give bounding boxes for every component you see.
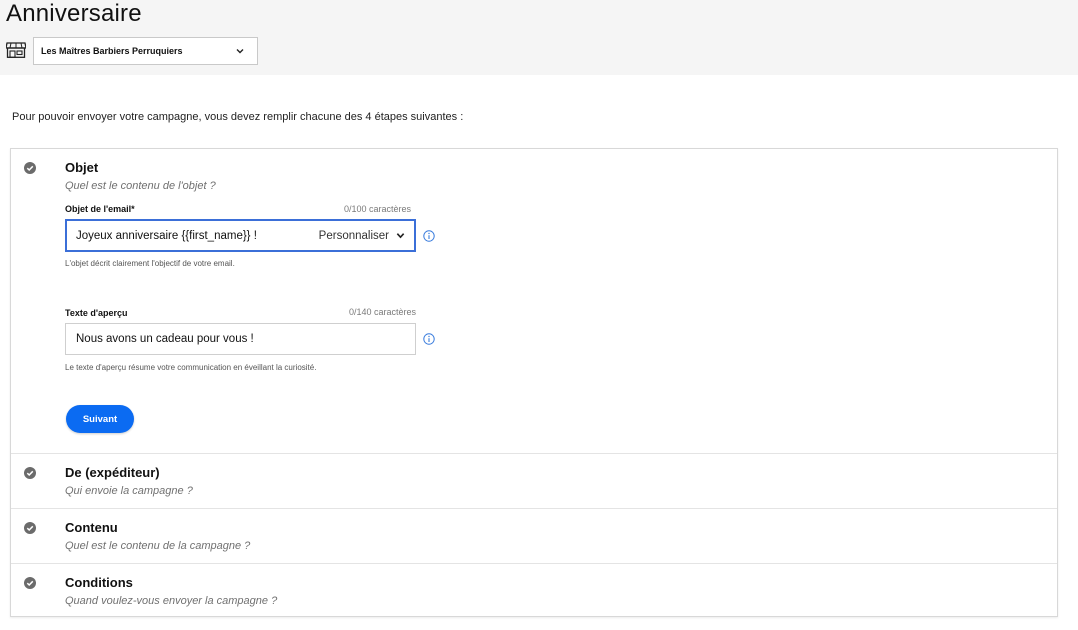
preview-input-value: Nous avons un cadeau pour vous ! [76, 333, 254, 345]
step-objet: Objet Quel est le contenu de l'objet ? O… [11, 149, 1057, 453]
store-select-value: Les Maîtres Barbiers Perruquiers [41, 46, 183, 56]
preview-label: Texte d'aperçu [65, 308, 128, 318]
step-title: Contenu [65, 520, 118, 535]
preview-help: Le texte d'aperçu résume votre communica… [65, 363, 317, 372]
subject-char-count: 0/100 caractères [343, 204, 411, 214]
step-check-icon [24, 162, 36, 174]
chevron-down-icon [396, 233, 405, 239]
step-title: Conditions [65, 575, 133, 590]
step-subtitle: Qui envoie la campagne ? [65, 485, 193, 497]
page-title: Anniversaire [6, 0, 142, 27]
store-select[interactable]: Les Maîtres Barbiers Perruquiers [33, 37, 258, 65]
step-title: De (expéditeur) [65, 465, 160, 480]
step-de[interactable]: De (expéditeur) Qui envoie la campagne ? [11, 453, 1057, 508]
step-check-icon [24, 577, 36, 589]
preview-char-count: 0/140 caractères [348, 307, 416, 317]
subject-label: Objet de l'email* [65, 204, 135, 214]
step-title[interactable]: Objet [65, 160, 98, 175]
personalize-label: Personnaliser [318, 229, 389, 242]
store-icon [6, 42, 26, 58]
step-conditions[interactable]: Conditions Quand voulez-vous envoyer la … [11, 563, 1057, 616]
step-subtitle: Quel est le contenu de l'objet ? [65, 180, 216, 192]
personalize-dropdown[interactable]: Personnaliser [319, 230, 405, 242]
subject-help: L'objet décrit clairement l'objectif de … [65, 259, 235, 268]
info-icon[interactable] [423, 333, 435, 345]
intro-text: Pour pouvoir envoyer votre campagne, vou… [12, 111, 464, 123]
step-subtitle: Quand voulez-vous envoyer la campagne ? [65, 595, 278, 607]
subject-input-value: Joyeux anniversaire {{first_name}} ! [76, 229, 257, 242]
step-check-icon [24, 522, 36, 534]
campaign-steps-card: Objet Quel est le contenu de l'objet ? O… [10, 148, 1058, 617]
preview-input[interactable]: Nous avons un cadeau pour vous ! [65, 323, 416, 355]
info-icon[interactable] [423, 230, 435, 242]
header-bar: Anniversaire Les Maîtres Barbiers Perruq… [0, 0, 1078, 75]
subject-input[interactable]: Joyeux anniversaire {{first_name}} ! Per… [65, 219, 416, 252]
chevron-down-icon [236, 49, 244, 54]
step-contenu[interactable]: Contenu Quel est le contenu de la campag… [11, 508, 1057, 563]
next-button[interactable]: Suivant [66, 405, 134, 433]
step-check-icon [24, 467, 36, 479]
step-subtitle: Quel est le contenu de la campagne ? [65, 540, 251, 552]
